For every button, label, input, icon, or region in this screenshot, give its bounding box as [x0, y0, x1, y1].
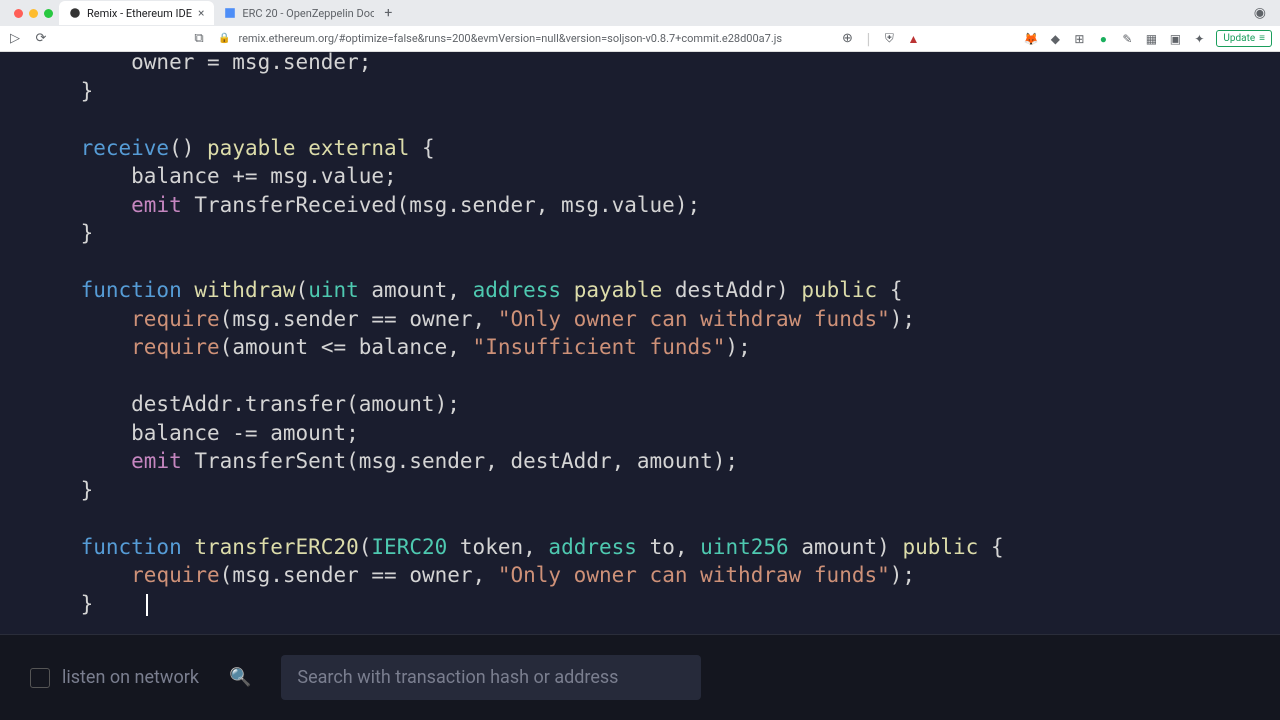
extension-icon[interactable]: ◆ [1048, 32, 1062, 46]
tab-remix[interactable]: Remix - Ethereum IDE × [59, 1, 214, 25]
remix-favicon-icon [69, 7, 81, 19]
extension-icon[interactable]: ▦ [1144, 32, 1158, 46]
extension-icons: ⛨ ▲ [882, 32, 920, 46]
maximize-window-icon[interactable] [44, 9, 53, 18]
minimize-window-icon[interactable] [29, 9, 38, 18]
extension-icon[interactable]: ▣ [1168, 32, 1182, 46]
tab-openzeppelin[interactable]: ERC 20 - OpenZeppelin Docs [214, 1, 374, 25]
brave-icon[interactable]: ▲ [906, 32, 920, 46]
listen-network-label: listen on network [62, 667, 199, 688]
tab-title: ERC 20 - OpenZeppelin Docs [242, 7, 374, 20]
install-app-icon[interactable]: ⧉ [192, 32, 206, 46]
lock-icon: 🔒 [218, 33, 230, 44]
address-bar: ▷ ⟳ ⧉ 🔒 remix.ethereum.org/#optimize=fal… [0, 26, 1280, 52]
new-tab-button[interactable]: + [374, 5, 402, 21]
window-controls [8, 9, 59, 18]
metamask-icon[interactable]: 🦊 [1024, 32, 1038, 46]
url-field[interactable]: 🔒 remix.ethereum.org/#optimize=false&run… [218, 32, 828, 45]
browser-tab-bar: Remix - Ethereum IDE × ERC 20 - OpenZepp… [0, 0, 1280, 26]
close-window-icon[interactable] [14, 9, 23, 18]
reload-icon[interactable]: ⟳ [34, 32, 48, 46]
extension-icon[interactable]: ● [1096, 32, 1110, 46]
code-content: owner = msg.sender; } receive() payable … [0, 52, 1280, 618]
tab-close-icon[interactable]: × [198, 6, 204, 20]
shield-icon[interactable]: ⛨ [882, 32, 896, 46]
extension-icons-right: 🦊 ◆ ⊞ ● ✎ ▦ ▣ ✦ Update ≡ [1024, 30, 1272, 47]
update-button[interactable]: Update ≡ [1216, 30, 1272, 47]
tab-title: Remix - Ethereum IDE [87, 7, 192, 20]
tab-overflow-icon[interactable]: ◉ [1254, 5, 1272, 21]
text-cursor [146, 594, 148, 616]
hamburger-icon: ≡ [1259, 33, 1265, 44]
extension-icon[interactable]: ⊞ [1072, 32, 1086, 46]
code-editor[interactable]: owner = msg.sender; } receive() payable … [0, 52, 1280, 634]
extensions-menu-icon[interactable]: ✦ [1192, 32, 1206, 46]
url-text: remix.ethereum.org/#optimize=false&runs=… [238, 32, 782, 45]
terminal-panel: listen on network 🔍 Search with transact… [0, 634, 1280, 720]
extension-icon[interactable]: ✎ [1120, 32, 1134, 46]
transaction-search-input[interactable]: Search with transaction hash or address [281, 655, 701, 700]
listen-network-checkbox[interactable] [30, 668, 50, 688]
search-icon[interactable]: 🔍 [229, 667, 251, 688]
zoom-icon[interactable]: ⊕ [840, 32, 854, 46]
forward-icon[interactable]: ▷ [8, 32, 22, 46]
openzeppelin-favicon-icon [224, 7, 236, 19]
